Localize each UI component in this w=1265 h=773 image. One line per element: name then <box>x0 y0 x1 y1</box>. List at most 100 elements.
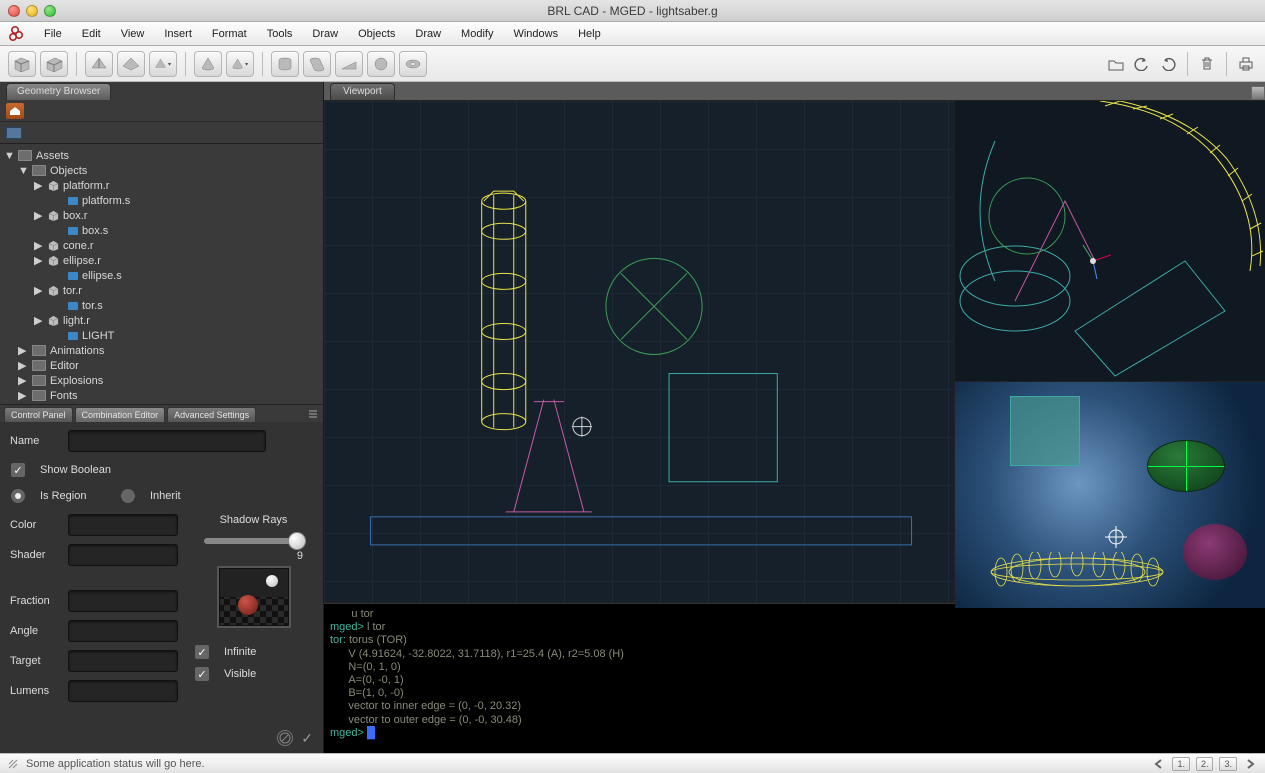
left-panel-tabs: Geometry Browser <box>0 82 323 100</box>
tool-torus[interactable] <box>399 51 427 77</box>
target-field[interactable] <box>68 650 178 672</box>
folder-icon <box>32 390 46 401</box>
menu-draw-2[interactable]: Draw <box>405 24 451 44</box>
console-prompt[interactable]: mged> █ <box>330 727 1259 740</box>
tree-item[interactable]: ▶box.r <box>0 208 323 223</box>
tool-cone[interactable] <box>194 51 222 77</box>
render-preview[interactable] <box>955 382 1265 608</box>
tree-item-label: Fonts <box>50 390 78 402</box>
tree-item[interactable]: ellipse.s <box>0 268 323 283</box>
ortho-wireframe <box>955 101 1265 381</box>
secondary-viewport[interactable] <box>955 101 1265 382</box>
tree-item[interactable]: ▶cone.r <box>0 238 323 253</box>
menu-edit[interactable]: Edit <box>72 24 111 44</box>
tool-cylinder-angled[interactable] <box>303 51 331 77</box>
tool-wedge[interactable] <box>335 51 363 77</box>
tree-item[interactable]: LIGHT <box>0 328 323 343</box>
console-line: vector to inner edge = (0, -0, 20.32) <box>330 700 1259 713</box>
tree-item[interactable]: ▼Assets <box>0 148 323 163</box>
tree-item-label: Explosions <box>50 375 103 387</box>
menu-objects[interactable]: Objects <box>348 24 405 44</box>
status-pill-3[interactable]: 3. <box>1219 757 1237 771</box>
visible-checkbox[interactable]: ✓ <box>194 666 210 682</box>
tree-item[interactable]: ▶platform.r <box>0 178 323 193</box>
tool-undo-icon[interactable] <box>1131 53 1153 75</box>
tree-item[interactable]: ▶Editor <box>0 358 323 373</box>
status-pill-2[interactable]: 2. <box>1196 757 1214 771</box>
tool-pyramid-1[interactable] <box>85 51 113 77</box>
panel-menu-icon[interactable] <box>307 408 319 420</box>
color-field[interactable] <box>68 514 178 536</box>
fraction-field[interactable] <box>68 590 178 612</box>
cancel-icon[interactable] <box>277 730 293 746</box>
tree-item-label: ellipse.r <box>63 255 101 267</box>
lumens-field[interactable] <box>68 680 178 702</box>
name-field[interactable] <box>68 430 266 452</box>
primitive-icon <box>68 197 78 205</box>
tree-item[interactable]: ▶Fonts <box>0 388 323 403</box>
tool-redo-icon[interactable] <box>1157 53 1179 75</box>
menu-windows[interactable]: Windows <box>503 24 568 44</box>
tool-pyramid-dropdown[interactable] <box>149 51 177 77</box>
status-pill-1[interactable]: 1. <box>1172 757 1190 771</box>
home-icon[interactable] <box>6 103 24 119</box>
tree-item-label: LIGHT <box>82 330 114 342</box>
tool-cylinder[interactable] <box>271 51 299 77</box>
tree-item-label: tor.r <box>63 285 82 297</box>
tab-viewport[interactable]: Viewport <box>330 83 395 100</box>
tool-box-2[interactable] <box>40 51 68 77</box>
tool-cone-dropdown[interactable] <box>226 51 254 77</box>
status-prev-icon[interactable] <box>1152 758 1166 770</box>
region-icon <box>48 210 59 221</box>
shader-preview-thumbnail <box>219 568 289 626</box>
geometry-tree[interactable]: ▼Assets▼Objects▶platform.r platform.s▶box… <box>0 144 323 404</box>
status-next-icon[interactable] <box>1243 758 1257 770</box>
tree-item-label: platform.s <box>82 195 130 207</box>
tree-item[interactable]: platform.s <box>0 193 323 208</box>
main-viewport[interactable] <box>324 101 955 602</box>
tree-item[interactable]: ▶light.r <box>0 313 323 328</box>
tool-box[interactable] <box>8 51 36 77</box>
show-boolean-checkbox[interactable]: ✓ <box>10 462 26 478</box>
tab-combination-editor[interactable]: Combination Editor <box>75 407 166 422</box>
shadow-rays-label: Shadow Rays <box>220 514 288 526</box>
tool-pyramid-2[interactable] <box>117 51 145 77</box>
tree-item[interactable]: ▶Explosions <box>0 373 323 388</box>
tab-advanced-settings[interactable]: Advanced Settings <box>167 407 256 422</box>
is-region-radio[interactable] <box>10 488 26 504</box>
tree-item[interactable]: ▶tor.r <box>0 283 323 298</box>
panel-grip-icon[interactable] <box>1251 86 1265 100</box>
menu-format[interactable]: Format <box>202 24 257 44</box>
menu-view[interactable]: View <box>111 24 155 44</box>
region-icon <box>48 180 59 191</box>
inherit-radio[interactable] <box>120 488 136 504</box>
region-icon <box>48 240 59 251</box>
menu-file[interactable]: File <box>34 24 72 44</box>
menu-tools[interactable]: Tools <box>257 24 303 44</box>
resize-grip-icon <box>8 759 18 769</box>
apply-icon[interactable]: ✓ <box>301 730 313 747</box>
menu-draw[interactable]: Draw <box>302 24 348 44</box>
tree-item[interactable]: ▶ellipse.r <box>0 253 323 268</box>
level-chip-icon[interactable] <box>6 127 22 139</box>
tool-sphere[interactable] <box>367 51 395 77</box>
tree-item[interactable]: ▼Objects <box>0 163 323 178</box>
menu-modify[interactable]: Modify <box>451 24 503 44</box>
target-label: Target <box>10 655 60 667</box>
tool-open-icon[interactable] <box>1105 53 1127 75</box>
tool-trash-icon[interactable] <box>1196 53 1218 75</box>
menu-help[interactable]: Help <box>568 24 611 44</box>
menu-insert[interactable]: Insert <box>154 24 202 44</box>
shader-field[interactable] <box>68 544 178 566</box>
angle-field[interactable] <box>68 620 178 642</box>
tool-print-icon[interactable] <box>1235 53 1257 75</box>
command-console[interactable]: u tormged> l tortor: torus (TOR) V (4.91… <box>324 603 1265 753</box>
tree-item[interactable]: tor.s <box>0 298 323 313</box>
shadow-rays-slider[interactable] <box>204 538 304 544</box>
tab-control-panel[interactable]: Control Panel <box>4 407 73 422</box>
tab-geometry-browser[interactable]: Geometry Browser <box>6 83 111 100</box>
tree-item[interactable]: box.s <box>0 223 323 238</box>
infinite-checkbox[interactable]: ✓ <box>194 644 210 660</box>
tree-item[interactable]: ▶Animations <box>0 343 323 358</box>
console-line: N=(0, 1, 0) <box>330 661 1259 674</box>
